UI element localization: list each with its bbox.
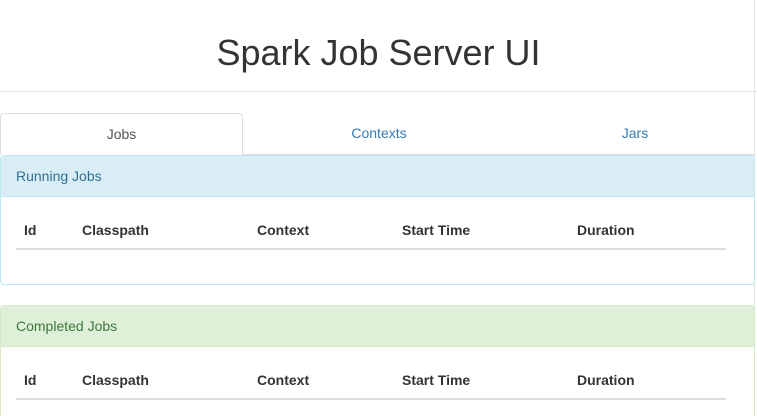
column-header-duration: Duration [569,212,726,250]
completed-jobs-body: Id Classpath Context Start Time Duration [1,347,754,400]
column-header-classpath: Classpath [74,362,249,400]
column-header-duration: Duration [569,362,726,400]
column-header-id: Id [16,362,74,400]
column-header-context: Context [249,212,394,250]
column-header-start-time: Start Time [394,362,569,400]
page-header: Spark Job Server UI [0,0,757,92]
table-header-row: Id Classpath Context Start Time Duration [16,362,726,400]
running-jobs-heading: Running Jobs [1,156,754,197]
column-header-classpath: Classpath [74,212,249,250]
running-jobs-body: Id Classpath Context Start Time Duration [1,197,754,250]
completed-jobs-heading: Completed Jobs [1,306,754,347]
running-jobs-panel: Running Jobs Id Classpath Context Start … [0,155,755,285]
tab-jobs[interactable]: Jobs [0,113,243,155]
page: Spark Job Server UI Jobs Contexts Jars R… [0,0,757,416]
column-header-context: Context [249,362,394,400]
page-title: Spark Job Server UI [216,32,541,73]
running-jobs-table: Id Classpath Context Start Time Duration [16,212,726,250]
completed-jobs-panel: Completed Jobs Id Classpath Context Star… [0,305,755,416]
tab-contexts[interactable]: Contexts [243,113,515,155]
tab-jars[interactable]: Jars [515,113,755,155]
table-header-row: Id Classpath Context Start Time Duration [16,212,726,250]
column-header-id: Id [16,212,74,250]
completed-jobs-table: Id Classpath Context Start Time Duration [16,362,726,400]
column-header-start-time: Start Time [394,212,569,250]
